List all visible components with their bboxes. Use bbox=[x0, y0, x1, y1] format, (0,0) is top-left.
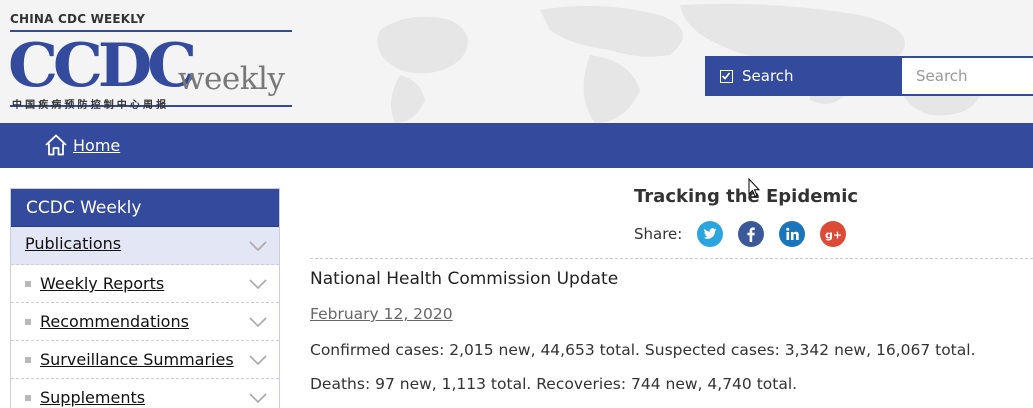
svg-text:g+: g+ bbox=[825, 229, 842, 242]
sidebar-item-label[interactable]: Supplements bbox=[40, 388, 145, 407]
linkedin-icon[interactable] bbox=[779, 221, 806, 247]
share-label: Share: bbox=[634, 225, 683, 243]
sidebar-item-label[interactable]: Publications bbox=[25, 234, 121, 253]
logo-ccdc-text: CCDC bbox=[8, 31, 197, 101]
twitter-icon[interactable] bbox=[697, 221, 724, 247]
main-navbar: Home bbox=[0, 123, 1033, 168]
chevron-down-icon[interactable] bbox=[249, 316, 267, 328]
mouse-cursor-icon bbox=[748, 178, 760, 198]
home-link-label: Home bbox=[73, 135, 121, 155]
site-header: CHINA CDC WEEKLY CCDC weekly 中国疾病预防控制中心周… bbox=[0, 0, 1033, 123]
google-plus-icon[interactable]: g+ bbox=[820, 221, 847, 247]
sidebar-item-label[interactable]: Weekly Reports bbox=[40, 274, 164, 293]
chevron-down-icon[interactable] bbox=[249, 392, 267, 404]
logo-top-text: CHINA CDC WEEKLY bbox=[10, 12, 146, 26]
share-row: Share: g+ bbox=[634, 221, 861, 247]
chevron-down-icon[interactable] bbox=[249, 240, 267, 252]
sidebar-item-supplements[interactable]: Supplements bbox=[11, 379, 279, 408]
ccdc-weekly-logo[interactable]: CHINA CDC WEEKLY CCDC weekly 中国疾病预防控制中心周… bbox=[8, 10, 295, 112]
update-date-link[interactable]: February 12, 2020 bbox=[310, 305, 453, 323]
facebook-icon[interactable] bbox=[738, 221, 765, 247]
update-confirmed-cases: Confirmed cases: 2,015 new, 44,653 total… bbox=[310, 341, 976, 359]
search-box: Search bbox=[705, 56, 1033, 96]
search-toggle[interactable]: Search bbox=[705, 56, 902, 96]
sidebar-item-recommendations[interactable]: Recommendations bbox=[11, 303, 279, 341]
page-title: Tracking the Epidemic bbox=[634, 186, 859, 207]
bullet-icon bbox=[25, 395, 31, 401]
sidebar-item-surveillance-summaries[interactable]: Surveillance Summaries bbox=[11, 341, 279, 379]
sidebar-title: CCDC Weekly bbox=[11, 189, 279, 227]
logo-chinese-text: 中国疾病预防控制中心周报 bbox=[12, 100, 170, 111]
sidebar-item-label[interactable]: Surveillance Summaries bbox=[40, 350, 234, 369]
search-toggle-label: Search bbox=[742, 67, 794, 85]
home-link[interactable]: Home bbox=[43, 133, 120, 157]
sidebar-item-label[interactable]: Recommendations bbox=[40, 312, 189, 331]
chevron-down-icon[interactable] bbox=[249, 354, 267, 366]
chevron-down-icon[interactable] bbox=[249, 278, 267, 290]
sidebar: CCDC Weekly Publications Weekly Reports … bbox=[10, 188, 280, 408]
sidebar-item-weekly-reports[interactable]: Weekly Reports bbox=[11, 265, 279, 303]
sidebar-item-publications[interactable]: Publications bbox=[11, 227, 279, 265]
content-divider bbox=[310, 258, 1033, 259]
bullet-icon bbox=[25, 319, 31, 325]
update-deaths-recoveries: Deaths: 97 new, 1,113 total. Recoveries:… bbox=[310, 375, 798, 393]
logo-weekly-text: weekly bbox=[178, 61, 285, 97]
checkbox-icon[interactable] bbox=[720, 69, 733, 83]
home-icon bbox=[45, 134, 67, 156]
bullet-icon bbox=[25, 281, 31, 287]
search-input[interactable] bbox=[902, 58, 1033, 94]
bullet-icon bbox=[25, 357, 31, 363]
update-heading: National Health Commission Update bbox=[310, 269, 619, 289]
